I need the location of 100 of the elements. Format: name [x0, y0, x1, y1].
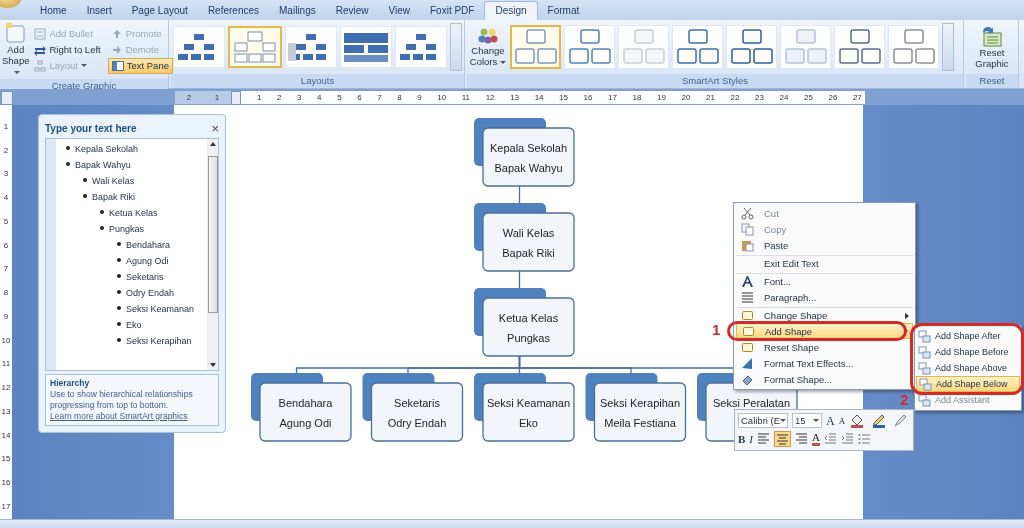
scrollbar[interactable] [207, 139, 218, 370]
ruler-number: 24 [779, 93, 789, 102]
ribbon-button[interactable]: Text Pane [107, 57, 173, 74]
menu-item[interactable]: Font... [736, 273, 913, 289]
outdent-icon[interactable] [823, 433, 837, 445]
diagram-node[interactable] [474, 373, 575, 442]
ruler-number: 16 [583, 93, 593, 102]
italic-button[interactable]: I [749, 432, 753, 446]
grow-font-button[interactable]: A [826, 413, 835, 428]
list-item-text[interactable]: Bendahara [126, 237, 171, 253]
annotation-number: 2 [900, 391, 909, 408]
ribbon-tab[interactable]: Review [325, 2, 379, 20]
menu-item[interactable]: Format Shape... [736, 371, 913, 387]
list-item-text[interactable]: Kepala Sekolah [75, 141, 139, 157]
align-center-icon[interactable] [774, 431, 791, 447]
list-item-text[interactable]: Seksi Kerapihan [126, 333, 192, 349]
diagram-node[interactable] [474, 203, 575, 272]
list-item-text[interactable]: Odry Endah [126, 285, 175, 301]
ruler-number: 10 [1, 336, 11, 345]
diagram-node[interactable] [474, 118, 575, 187]
align-left-icon[interactable] [757, 433, 770, 445]
ruler-number: 23 [755, 93, 764, 102]
scroll-down-icon[interactable] [209, 363, 216, 367]
list-item-text[interactable]: Bapak Wahyu [75, 157, 131, 173]
menu-item[interactable]: Reset Shape [736, 339, 913, 355]
ruler-number: 22 [730, 93, 740, 102]
list-item-text[interactable]: Wali Kelas [92, 173, 135, 189]
ribbon-tab[interactable]: Format [537, 2, 590, 20]
list-item-text[interactable]: Agung Odi [126, 253, 169, 269]
reset-graphic-button[interactable]: Reset Graphic [968, 25, 1016, 69]
font-dropdown[interactable]: Calibri (E [738, 413, 788, 428]
ruler-number: 15 [559, 93, 568, 102]
indent-marker[interactable] [231, 90, 241, 105]
ruler-number: 3 [3, 170, 9, 179]
ruler-number: 5 [337, 93, 342, 102]
help-link[interactable]: Learn more about SmartArt graphics [50, 411, 188, 421]
ribbon-tab[interactable]: Mailings [269, 2, 326, 20]
list-item-text[interactable]: Bapak Riki [92, 189, 136, 205]
gallery-scrollbar[interactable] [450, 23, 462, 71]
ruler-number: 12 [485, 93, 495, 102]
menu-item[interactable]: Format Text Effects... [736, 355, 913, 371]
menu-item[interactable]: Add Shape Above [916, 360, 1020, 376]
diagram-node[interactable] [251, 373, 352, 442]
bold-button[interactable]: B [738, 432, 746, 446]
pane-title: Type your text here [45, 122, 137, 134]
ruler-number: 13 [510, 93, 520, 102]
diagram-node[interactable] [585, 373, 687, 442]
group-label: Layouts [171, 74, 464, 88]
node-text: Seksi Peralatan [713, 397, 790, 409]
menu-item[interactable]: Add Shape After [916, 328, 1020, 344]
menu-item[interactable]: Change Shape [736, 307, 913, 323]
align-right-icon[interactable] [795, 433, 808, 445]
menu-item[interactable]: Add Shape Below [916, 376, 1020, 392]
indent-icon[interactable] [840, 433, 854, 445]
diagram-node[interactable] [474, 288, 575, 357]
list-item-text[interactable]: Seksi Keamanan [126, 301, 195, 317]
list-item-text[interactable]: Pungkas [109, 221, 145, 237]
ribbon-tab[interactable]: Page Layout [121, 2, 198, 20]
add-shape-button[interactable]: Add Shape [2, 22, 30, 77]
font-color-button[interactable]: A [812, 432, 820, 446]
ribbon-tab[interactable]: Foxit PDF [420, 2, 485, 20]
list-item-text[interactable]: Eko [126, 317, 142, 333]
scroll-up-icon[interactable] [209, 142, 216, 146]
ribbon-tab[interactable]: References [197, 2, 269, 20]
bullets-icon[interactable] [857, 433, 871, 445]
bullet-icon [66, 146, 70, 150]
ribbon-tab[interactable]: Home [30, 2, 77, 20]
list-item-text[interactable]: Ketua Kelas [109, 205, 158, 221]
info-text: Use to show hierarchical relationships progressing from top to bottom. [50, 389, 194, 411]
tab-selector[interactable] [1, 91, 13, 105]
shape-icon [741, 324, 755, 338]
rtl-icon [34, 43, 47, 56]
node-text: Pungkas [507, 332, 550, 344]
shape-icon [740, 340, 754, 354]
menu-item[interactable]: Exit Edit Text [736, 255, 913, 271]
caret-icon [780, 419, 787, 422]
ruler-number: 2 [186, 93, 192, 102]
scroll-thumb[interactable] [207, 156, 218, 313]
style-thumbnail[interactable] [510, 25, 561, 69]
ruler-number: 26 [828, 93, 838, 102]
change-colors-button[interactable]: Change Colors [469, 27, 507, 67]
close-button[interactable]: × [211, 120, 219, 136]
layout-thumbnail[interactable] [228, 26, 283, 68]
node-text: Kepala Sekolah [489, 142, 568, 154]
menu-item[interactable]: Paragraph... [736, 289, 913, 305]
ribbon-tab[interactable]: Insert [76, 2, 122, 20]
menu-item[interactable]: Paste [736, 237, 913, 253]
font-size-dropdown[interactable]: 15 [792, 413, 822, 428]
bullet-icon [100, 226, 104, 230]
gallery-scrollbar[interactable] [942, 23, 954, 71]
list-item-text[interactable]: Seketaris [126, 269, 164, 285]
ribbon-tab[interactable]: Design [484, 1, 538, 20]
bullet-icon [83, 194, 87, 198]
ribbon-button[interactable]: Right to Left [31, 41, 104, 58]
shrink-font-button[interactable]: A [838, 413, 846, 428]
paste-icon [740, 238, 754, 252]
ribbon-tab[interactable]: View [378, 2, 420, 20]
diagram-node[interactable] [362, 373, 464, 442]
brush-icon[interactable] [893, 413, 908, 428]
menu-item[interactable]: Add Shape Before [916, 344, 1020, 360]
